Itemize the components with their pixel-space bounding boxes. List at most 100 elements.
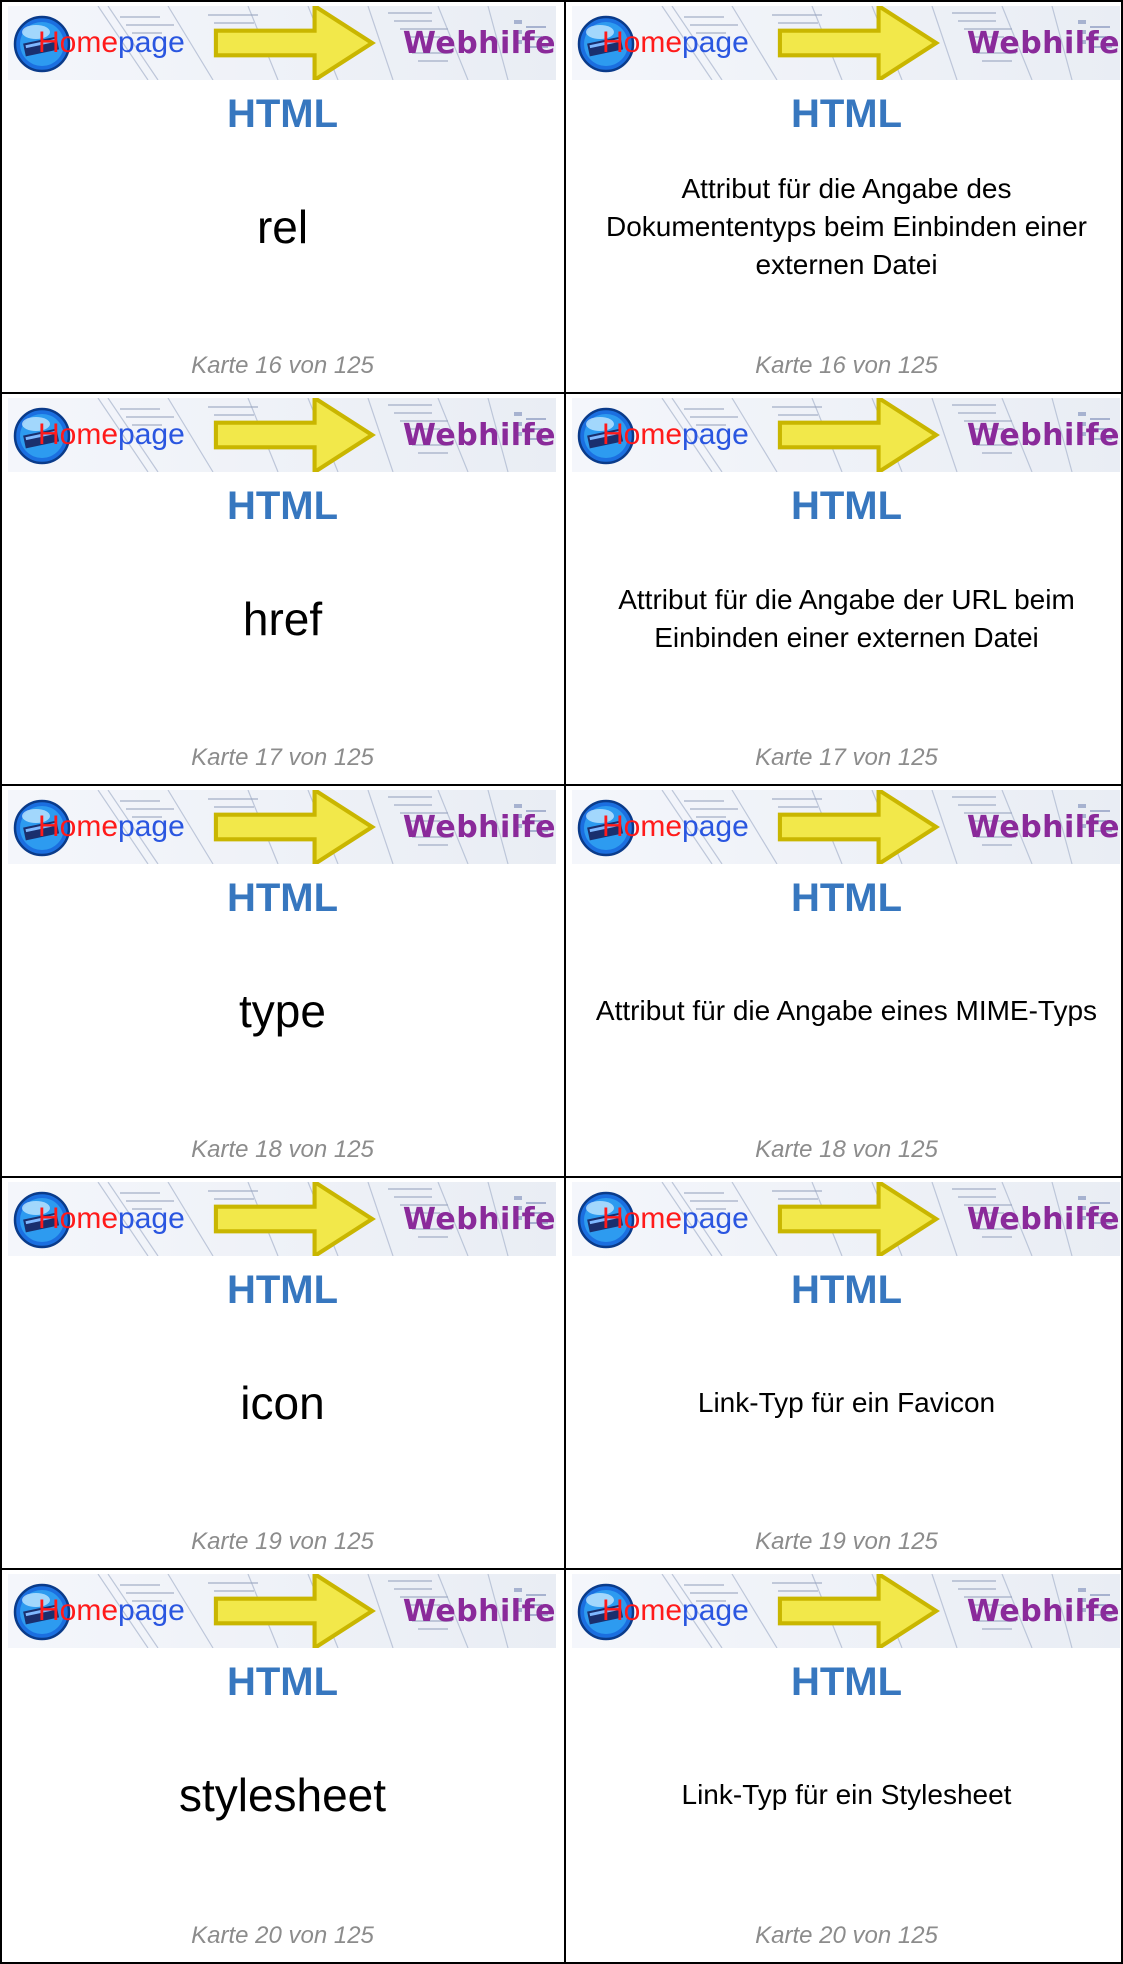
banner-webhilfe: Webhilfe	[966, 809, 1120, 845]
arrow-icon	[213, 6, 376, 80]
banner-page: page	[682, 1202, 749, 1235]
card-counter: Karte 16 von 125	[755, 352, 938, 379]
banner-home: Home	[38, 1594, 119, 1627]
flashcard-front: Home page Webhilfe HTML icon Karte 19 von 1…	[2, 1178, 563, 1568]
card-term: type	[239, 985, 326, 1037]
flashcard-front: Home page Webhilfe HTML type Karte 18 von 1…	[2, 786, 563, 1176]
card-definition: Link-Typ für ein Stylesheet	[681, 1779, 1012, 1810]
card-heading: HTML	[790, 876, 903, 920]
banner-title: Home page Webhilfe	[572, 790, 1120, 864]
flashcard-back: Home page Webhilfe HTML Attribut für die A…	[566, 2, 1123, 392]
arrow-icon	[777, 1574, 940, 1648]
card-heading: HTML	[790, 1268, 903, 1312]
banner-title: Home page Webhilfe	[572, 1574, 1120, 1648]
arrow-icon	[777, 1182, 940, 1256]
banner-page: page	[118, 810, 185, 843]
card-term: stylesheet	[178, 1769, 387, 1821]
arrow-icon	[777, 398, 940, 472]
banner-title: Home page Webhilfe	[8, 398, 556, 472]
homepage-webhilfe-banner: Home page Webhilfe	[572, 1574, 1120, 1648]
arrow-icon	[213, 1182, 376, 1256]
card-definition: Attribut für die Angabe eines MIME-Typs	[595, 995, 1098, 1026]
grid-divider-row	[0, 1568, 1123, 1570]
banner-page: page	[118, 1202, 185, 1235]
flashcard-front: Home page Webhilfe HTML stylesheet Karte 20…	[2, 1570, 563, 1962]
banner-webhilfe: Webhilfe	[402, 417, 556, 453]
card-counter: Karte 19 von 125	[191, 1528, 374, 1555]
arrow-icon	[213, 1574, 376, 1648]
grid-border-left	[0, 0, 2, 1964]
flashcard-back: Home page Webhilfe HTML Attribut für die A…	[566, 786, 1123, 1176]
banner-home: Home	[602, 810, 683, 843]
banner-home: Home	[602, 26, 683, 59]
card-counter: Karte 20 von 125	[755, 1922, 938, 1949]
card-counter: Karte 19 von 125	[755, 1528, 938, 1555]
banner-title: Home page Webhilfe	[572, 6, 1120, 80]
flashcard-front: Home page Webhilfe HTML href Karte 17 von 1…	[2, 394, 563, 784]
arrow-icon	[777, 790, 940, 864]
banner-page: page	[118, 418, 185, 451]
banner-webhilfe: Webhilfe	[402, 25, 556, 61]
banner-title: Home page Webhilfe	[8, 1574, 556, 1648]
card-heading: HTML	[226, 876, 339, 920]
banner-home: Home	[38, 1202, 119, 1235]
banner-home: Home	[38, 810, 119, 843]
arrow-icon	[213, 398, 376, 472]
card-counter: Karte 17 von 125	[191, 744, 374, 771]
homepage-webhilfe-banner: Home page Webhilfe	[8, 1574, 556, 1648]
flashcard-sheet: Home page Webhilfe HTML rel Karte 16 von 12…	[0, 0, 1123, 1964]
banner-home: Home	[38, 418, 119, 451]
card-heading: HTML	[226, 484, 339, 528]
card-counter: Karte 18 von 125	[191, 1136, 374, 1163]
banner-page: page	[118, 26, 185, 59]
homepage-webhilfe-banner: Home page Webhilfe	[8, 6, 556, 80]
banner-title: Home page Webhilfe	[8, 1182, 556, 1256]
card-definition: Attribut für die Angabe des Dokumententy…	[606, 173, 1087, 280]
arrow-icon	[213, 790, 376, 864]
banner-page: page	[682, 810, 749, 843]
banner-page: page	[118, 1594, 185, 1627]
card-heading: HTML	[226, 92, 339, 136]
banner-webhilfe: Webhilfe	[966, 25, 1120, 61]
banner-home: Home	[38, 26, 119, 59]
card-definition: Link-Typ für ein Favicon	[697, 1387, 996, 1418]
grid-divider-row	[0, 0, 1123, 2]
banner-webhilfe: Webhilfe	[966, 1593, 1120, 1629]
card-heading: HTML	[790, 1660, 903, 1704]
arrow-icon	[777, 6, 940, 80]
banner-page: page	[682, 26, 749, 59]
banner-home: Home	[602, 418, 683, 451]
homepage-webhilfe-banner: Home page Webhilfe	[572, 1182, 1120, 1256]
grid-divider-row	[0, 784, 1123, 786]
banner-webhilfe: Webhilfe	[402, 1593, 556, 1629]
card-counter: Karte 17 von 125	[755, 744, 938, 771]
banner-title: Home page Webhilfe	[8, 790, 556, 864]
grid-divider-center	[564, 0, 566, 1964]
banner-webhilfe: Webhilfe	[402, 809, 556, 845]
banner-webhilfe: Webhilfe	[966, 1201, 1120, 1237]
flashcard-front: Home page Webhilfe HTML rel Karte 16 von 12…	[2, 2, 563, 392]
card-heading: HTML	[226, 1660, 339, 1704]
card-heading: HTML	[790, 92, 903, 136]
card-term: rel	[256, 201, 309, 253]
banner-page: page	[682, 1594, 749, 1627]
grid-divider-row	[0, 392, 1123, 394]
homepage-webhilfe-banner: Home page Webhilfe	[8, 398, 556, 472]
homepage-webhilfe-banner: Home page Webhilfe	[8, 1182, 556, 1256]
homepage-webhilfe-banner: Home page Webhilfe	[572, 6, 1120, 80]
flashcard-back: Home page Webhilfe HTML Attribut für die A…	[566, 394, 1123, 784]
card-term: icon	[240, 1377, 325, 1429]
banner-webhilfe: Webhilfe	[402, 1201, 556, 1237]
card-definition: Attribut für die Angabe der URL beim Ein…	[618, 584, 1075, 653]
banner-title: Home page Webhilfe	[572, 398, 1120, 472]
card-counter: Karte 18 von 125	[755, 1136, 938, 1163]
banner-home: Home	[602, 1594, 683, 1627]
banner-home: Home	[602, 1202, 683, 1235]
banner-title: Home page Webhilfe	[8, 6, 556, 80]
homepage-webhilfe-banner: Home page Webhilfe	[572, 790, 1120, 864]
flashcard-back: Home page Webhilfe HTML Link-Typ für ein S…	[566, 1570, 1123, 1962]
card-heading: HTML	[226, 1268, 339, 1312]
card-term: href	[242, 593, 323, 645]
banner-title: Home page Webhilfe	[572, 1182, 1120, 1256]
flashcard-back: Home page Webhilfe HTML Link-Typ für ein F…	[566, 1178, 1123, 1568]
